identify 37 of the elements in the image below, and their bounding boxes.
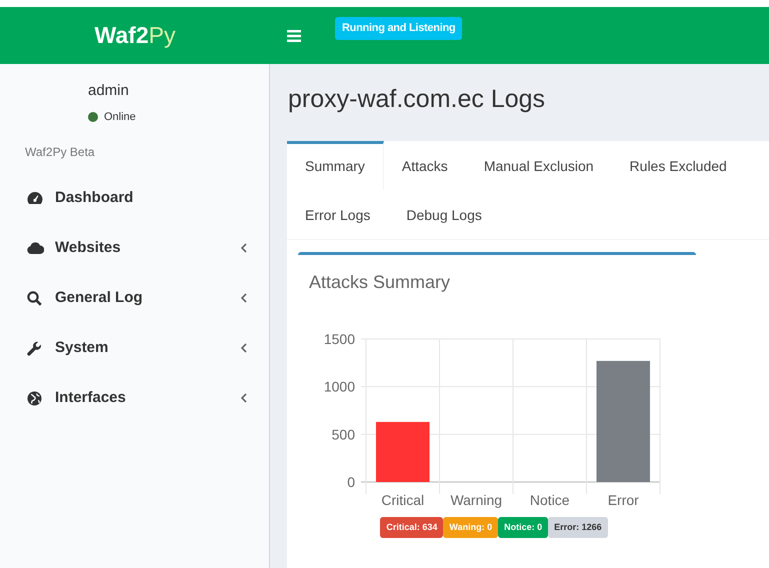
tab[interactable]: Summary	[287, 140, 384, 190]
count-badge: Waning: 0	[443, 516, 498, 538]
tab[interactable]: Rules Excluded	[612, 140, 745, 190]
x-tick-label: Critical	[381, 492, 424, 508]
menu-icon[interactable]	[287, 30, 301, 42]
sidebar-menu-item[interactable]: Websites	[0, 223, 269, 273]
tab[interactable]: Manual Exclusion	[466, 140, 612, 190]
sidebar-menu-item[interactable]: Dashboard	[0, 173, 269, 223]
logo: Waf2Py	[94, 21, 176, 50]
page-title: proxy-waf.com.ec Logs	[288, 84, 546, 115]
section-label: Waf2Py Beta	[25, 144, 95, 161]
y-tick-label: 500	[332, 426, 355, 442]
y-tick-label: 1000	[324, 378, 355, 394]
tab[interactable]: Debug Logs	[388, 190, 500, 238]
user-status: Online	[104, 110, 136, 124]
sidebar-menu-item[interactable]: General Log	[0, 273, 269, 323]
sidebar-menu-item[interactable]: Interfaces	[0, 373, 269, 423]
cloud-icon	[27, 242, 44, 254]
x-tick-label: Warning	[450, 492, 502, 508]
status-badge: Running and Listening	[335, 17, 462, 40]
tab[interactable]: Error Logs	[287, 190, 388, 238]
count-badge: Notice: 0	[498, 516, 548, 538]
search-icon	[27, 290, 42, 306]
bar	[376, 421, 430, 482]
tab[interactable]: Attacks	[384, 140, 466, 190]
y-tick-label: 1500	[324, 330, 355, 346]
user-name: admin	[88, 81, 130, 101]
count-badge: Error: 1266	[548, 516, 608, 538]
count-badge: Critical: 634	[380, 516, 444, 538]
x-tick-label: Notice	[530, 492, 570, 508]
card-title: Attacks Summary	[309, 270, 450, 294]
x-tick-label: Error	[608, 492, 639, 508]
dashboard-icon	[27, 191, 43, 205]
wrench-icon	[27, 340, 42, 356]
globe-icon	[27, 390, 42, 406]
sidebar-menu-item[interactable]: System	[0, 323, 269, 373]
y-tick-label: 0	[347, 474, 355, 490]
